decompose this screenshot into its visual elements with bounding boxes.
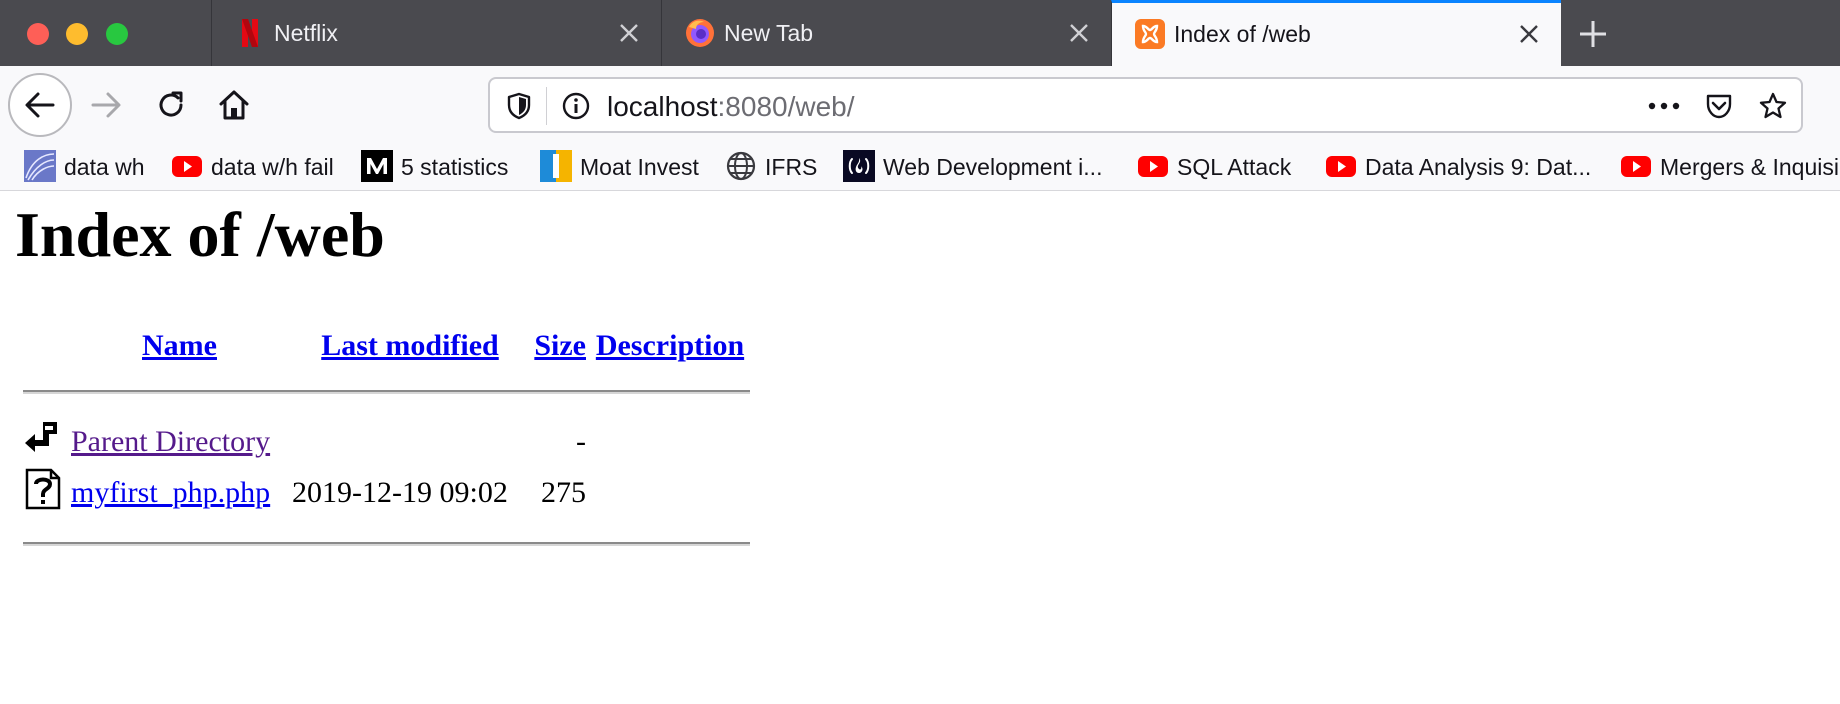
tab-strip: Netflix New Tab Index of /web [0, 0, 1840, 66]
separator-row [22, 368, 751, 416]
table-row: Parent Directory - [22, 418, 751, 466]
file-link[interactable]: myfirst_php.php [71, 476, 270, 509]
bookmark-label: Web Development i... [883, 154, 1103, 180]
icon-cell [22, 468, 68, 518]
description-cell [589, 418, 751, 466]
bookmark-label: Mergers & Inquisi [1660, 154, 1839, 180]
url-path: :8080/web/ [717, 91, 855, 122]
youtube-icon [1325, 150, 1357, 182]
tracking-protection-shield-icon[interactable] [504, 91, 534, 121]
new-tab-plus-icon[interactable] [1576, 17, 1610, 51]
window-minimize-button[interactable] [66, 23, 88, 45]
bookmark-label: Moat Invest [580, 154, 699, 180]
reload-icon[interactable] [154, 88, 188, 122]
parent-directory-link[interactable]: Parent Directory [71, 425, 270, 458]
description-cell [589, 468, 751, 518]
window-maximize-button[interactable] [106, 23, 128, 45]
tab-title: Netflix [274, 20, 338, 46]
tab-new-tab[interactable]: New Tab [661, 0, 1111, 66]
sort-by-last-modified-link[interactable]: Last modified [321, 329, 499, 362]
column-header-last-modified: Last modified [291, 326, 529, 366]
medium-logo-icon [361, 150, 393, 182]
navigation-toolbar: localhost:8080/web/ [0, 66, 1840, 140]
youtube-icon [1620, 150, 1652, 182]
tab-index-of-web[interactable]: Index of /web [1111, 0, 1561, 66]
last-modified-cell [291, 418, 529, 466]
page-title: Index of /web [15, 199, 385, 270]
tab-title: New Tab [724, 20, 814, 46]
home-icon[interactable] [217, 88, 251, 122]
column-header-description: Description [589, 326, 751, 366]
size-cell: - [576, 425, 586, 458]
directory-listing-table: Name Last modified Size Description Pare… [20, 324, 753, 570]
bookmark-label: SQL Attack [1177, 154, 1292, 180]
bookmarks-toolbar: data wh data w/h fail 5 statistics Moat … [0, 140, 1840, 191]
size-cell: 275 [541, 476, 586, 509]
page-actions-ellipsis-icon[interactable] [1647, 91, 1680, 121]
freecodecamp-icon [843, 150, 875, 182]
icon-cell [22, 418, 68, 466]
url-text[interactable]: localhost:8080/web/ [607, 91, 855, 123]
tab-title: Index of /web [1174, 21, 1311, 47]
close-tab-icon[interactable] [617, 21, 641, 45]
sort-by-name-link[interactable]: Name [142, 329, 217, 362]
table-header-row: Name Last modified Size Description [22, 326, 751, 366]
bookmark-star-icon[interactable] [1758, 91, 1788, 121]
horizontal-rule [23, 390, 750, 394]
separator-row [22, 520, 751, 568]
moat-invest-logo-icon [540, 150, 572, 182]
page-content: Index of /web Name Last modified Size De… [0, 191, 1840, 704]
site-info-icon[interactable] [561, 91, 591, 121]
bookmark-label: IFRS [765, 154, 818, 180]
name-cell: Parent Directory [70, 418, 289, 466]
window-close-button[interactable] [27, 23, 49, 45]
netflix-logo-icon [234, 17, 266, 49]
column-header-size: Size [531, 326, 587, 366]
globe-icon [725, 150, 757, 182]
table-row: myfirst_php.php 2019-12-19 09:02 275 [22, 468, 751, 518]
firefox-logo-icon [684, 17, 716, 49]
youtube-icon [1137, 150, 1169, 182]
xampp-logo-icon [1134, 18, 1166, 50]
name-cell: myfirst_php.php [70, 468, 289, 518]
back-button[interactable] [8, 73, 72, 137]
last-modified-cell: 2019-12-19 09:02 [292, 476, 508, 509]
icon-column-header [22, 326, 68, 366]
sort-by-size-link[interactable]: Size [534, 329, 586, 362]
close-tab-icon[interactable] [1517, 22, 1541, 46]
horizontal-rule [23, 542, 750, 546]
bookmark-label: Data Analysis 9: Dat... [1365, 154, 1592, 180]
bookmark-label: 5 statistics [401, 154, 509, 180]
column-header-name: Name [70, 326, 289, 366]
divider [546, 87, 547, 125]
youtube-icon [171, 150, 203, 182]
parent-directory-icon [23, 422, 63, 465]
bookmark-image-icon [24, 150, 56, 182]
bookmark-label: data w/h fail [211, 154, 334, 180]
back-arrow-icon [25, 92, 55, 118]
url-host: localhost [607, 91, 718, 122]
close-tab-icon[interactable] [1067, 21, 1091, 45]
unknown-file-icon [23, 468, 63, 517]
tab-netflix[interactable]: Netflix [211, 0, 661, 66]
sort-by-description-link[interactable]: Description [596, 329, 744, 362]
address-bar[interactable]: localhost:8080/web/ [488, 77, 1803, 133]
pocket-icon[interactable] [1704, 91, 1734, 121]
bookmark-label: data wh [64, 154, 145, 180]
forward-arrow-icon[interactable] [89, 88, 123, 122]
